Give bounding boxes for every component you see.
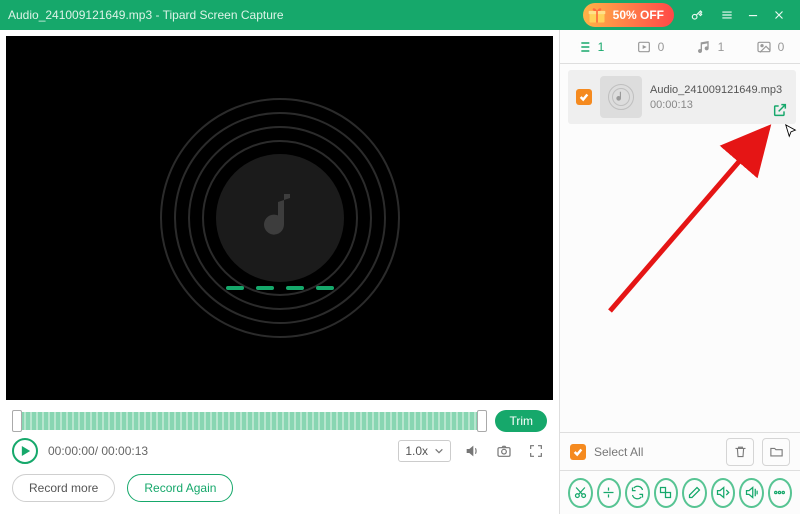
timeline-row: Trim — [0, 406, 559, 436]
chevron-down-icon — [434, 446, 444, 456]
time-display: 00:00:00/ 00:00:13 — [48, 444, 148, 458]
playback-controls: 00:00:00/ 00:00:13 1.0x — [0, 436, 559, 464]
cursor-icon — [784, 124, 798, 138]
record-more-button[interactable]: Record more — [12, 474, 115, 502]
promo-text: 50% OFF — [613, 8, 664, 22]
volume-button[interactable] — [461, 440, 483, 462]
tool-more[interactable] — [768, 478, 793, 508]
tool-merge[interactable] — [597, 478, 622, 508]
tool-compress[interactable] — [654, 478, 679, 508]
trim-timeline[interactable] — [12, 412, 487, 430]
annotation-arrow — [600, 116, 780, 316]
title-file: Audio_241009121649.mp3 — [8, 8, 152, 22]
speed-select[interactable]: 1.0x — [398, 440, 451, 462]
record-again-button[interactable]: Record Again — [127, 474, 233, 502]
video-icon — [636, 39, 652, 55]
window-title: Audio_241009121649.mp3 - Tipard Screen C… — [8, 8, 284, 22]
filter-tabs: 1 0 1 0 — [560, 30, 800, 64]
select-all-label: Select All — [594, 445, 643, 459]
trim-handle-left[interactable] — [12, 410, 22, 432]
select-all-checkbox[interactable] — [570, 444, 586, 460]
tab-audio[interactable]: 1 — [680, 39, 740, 55]
menu-button[interactable] — [714, 2, 740, 28]
register-key-button[interactable] — [684, 2, 710, 28]
music-note-icon — [696, 39, 712, 55]
image-icon — [756, 39, 772, 55]
trim-button[interactable]: Trim — [495, 410, 547, 432]
tab-list[interactable]: 1 — [560, 39, 620, 55]
gift-icon — [587, 5, 607, 25]
promo-badge[interactable]: 50% OFF — [583, 3, 674, 27]
title-app: Tipard Screen Capture — [163, 8, 284, 22]
trim-handle-right[interactable] — [477, 410, 487, 432]
tool-volume[interactable] — [739, 478, 764, 508]
item-filename: Audio_241009121649.mp3 — [650, 84, 788, 96]
left-panel: Trim 00:00:00/ 00:00:13 1.0x Record more… — [0, 30, 560, 514]
item-thumbnail — [600, 76, 642, 118]
recordings-list: Audio_241009121649.mp3 00:00:13 — [560, 64, 800, 432]
tool-edit[interactable] — [682, 478, 707, 508]
title-bar: Audio_241009121649.mp3 - Tipard Screen C… — [0, 0, 800, 30]
tool-strip — [560, 470, 800, 514]
fullscreen-button[interactable] — [525, 440, 547, 462]
list-item[interactable]: Audio_241009121649.mp3 00:00:13 — [568, 70, 796, 124]
preview-canvas[interactable] — [6, 36, 553, 400]
delete-button[interactable] — [726, 438, 754, 466]
preview-area — [0, 30, 559, 406]
snapshot-button[interactable] — [493, 440, 515, 462]
tab-image[interactable]: 0 — [740, 39, 800, 55]
item-meta: Audio_241009121649.mp3 00:00:13 — [650, 84, 788, 111]
list-icon — [576, 39, 592, 55]
bottom-actions: Record more Record Again — [0, 464, 559, 514]
list-footer: Select All — [560, 432, 800, 470]
share-button[interactable] — [772, 102, 790, 120]
item-duration: 00:00:13 — [650, 99, 788, 111]
close-button[interactable] — [766, 2, 792, 28]
main: Trim 00:00:00/ 00:00:13 1.0x Record more… — [0, 30, 800, 514]
tool-convert[interactable] — [625, 478, 650, 508]
tool-cut[interactable] — [568, 478, 593, 508]
tab-video[interactable]: 0 — [620, 39, 680, 55]
minimize-button[interactable] — [740, 2, 766, 28]
item-checkbox[interactable] — [576, 89, 592, 105]
audio-disc-icon — [160, 98, 400, 338]
tool-audio-extract[interactable] — [711, 478, 736, 508]
right-panel: 1 0 1 0 Audio_ — [560, 30, 800, 514]
open-folder-button[interactable] — [762, 438, 790, 466]
play-button[interactable] — [12, 438, 38, 464]
